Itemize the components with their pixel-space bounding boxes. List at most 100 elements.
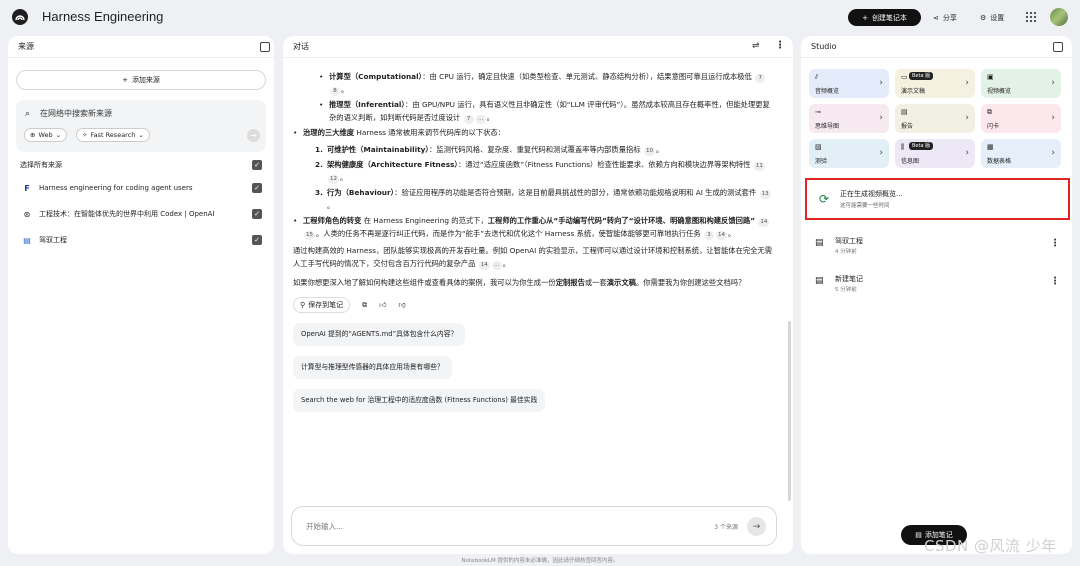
source-checkbox[interactable]: ✓ xyxy=(252,183,262,193)
studio-tile[interactable]: ▨ 测验 › xyxy=(809,139,889,168)
top-bar: Harness Engineering + 创建笔记本 ⋖ 分享 ⚙ 设置 xyxy=(0,0,1080,34)
sources-panel: 来源 + 添加来源 ⌕ 在网络中搜索新来源 ⊕ Web ⌄ ✧ Fast Researc… xyxy=(8,36,274,554)
research-mode-chip[interactable]: ✧ Fast Research ⌄ xyxy=(76,128,150,142)
chevron-right-icon: › xyxy=(965,113,969,123)
sources-title: 来源 xyxy=(18,42,34,51)
generating-video-overview-item[interactable]: ⟳ 正在生成视频概览... 这可能需要一些时间 xyxy=(805,178,1070,220)
add-source-button[interactable]: + 添加来源 xyxy=(16,70,266,90)
citation-chip[interactable]: 7 xyxy=(463,115,474,124)
message-actions: ⚲ 保存到笔记 ⧉ 👍︎ 👎︎ xyxy=(293,297,775,313)
citation-chip[interactable]: 14 xyxy=(758,218,770,227)
studio-tile-icon: ⊸ xyxy=(815,108,821,116)
source-item[interactable]: F Harness engineering for coding agent us… xyxy=(22,178,262,198)
studio-tile-icon: ⫽ xyxy=(815,73,819,81)
apps-grid-icon[interactable] xyxy=(1024,10,1038,24)
citation-chip[interactable]: 7 xyxy=(755,74,766,83)
more-vert-icon[interactable]: ⋮ xyxy=(1050,238,1060,249)
save-to-note-button[interactable]: ⚲ 保存到笔记 xyxy=(293,297,351,313)
note-title: 驾驭工程 xyxy=(835,237,863,245)
studio-tiles: ⫽ 音频概览 › ▭ Beta 版演示文稿 › ▣ 视频概览 › ⊸ 思维导图 › ▤ 报告 › ⧉ 闪卡 › ▨ 测… xyxy=(809,69,1061,168)
more-vert-icon[interactable]: ⋮ xyxy=(775,40,785,51)
citation-chip[interactable]: 10 xyxy=(643,147,655,156)
source-checkbox[interactable]: ✓ xyxy=(252,235,262,245)
citation-chip[interactable]: 14 xyxy=(478,261,490,270)
suggested-question[interactable]: Search the web for 治理工程中的适应度函数 (Fitness … xyxy=(293,389,546,412)
citation-chip[interactable]: … xyxy=(475,115,486,124)
openai-icon: ⊛ xyxy=(23,209,31,219)
web-search-box: ⌕ 在网络中搜索新来源 ⊕ Web ⌄ ✧ Fast Research ⌄ → xyxy=(16,100,266,152)
studio-tile[interactable]: ⊸ 思维导图 › xyxy=(809,104,889,133)
paragraph-text: 。你需要我为你创建这些文档吗？ xyxy=(635,278,746,287)
studio-tile-icon: ⧉ xyxy=(987,108,992,116)
save-to-note-label: 保存到笔记 xyxy=(308,300,344,309)
citation-chip[interactable]: 8 xyxy=(330,87,340,96)
settings-label: 设置 xyxy=(990,13,1005,22)
source-label: 驾驭工程 xyxy=(39,236,67,244)
more-vert-icon[interactable]: ⋮ xyxy=(1050,276,1060,287)
document-icon: ▤ xyxy=(23,235,31,245)
tune-icon[interactable]: ⇌ xyxy=(752,41,760,51)
chat-panel: 对话 ⇌ ⋮ 计算型（Computational）：由 CPU 运行，确定且快速… xyxy=(283,36,793,554)
note-item[interactable]: ▤ 新建笔记 5 分钟前 ⋮ xyxy=(815,272,1060,298)
suggested-question[interactable]: 计算型与推理型传感器的具体应用场景有哪些？ xyxy=(293,356,452,379)
select-all-row[interactable]: 选择所有来源 ✓ xyxy=(20,158,262,172)
studio-tile[interactable]: ⫼ Beta 版信息图 › xyxy=(895,139,975,168)
bullet-text: ：由 CPU 运行，确定且快速（如类型检查、单元测试、静态结构分析），结果意图可… xyxy=(422,72,752,81)
collapse-panel-icon[interactable] xyxy=(1053,42,1063,52)
share-button[interactable]: ⋖ 分享 xyxy=(927,9,963,26)
item-title: 可维护性（Maintainability） xyxy=(327,145,430,154)
search-submit-button[interactable]: → xyxy=(247,129,260,142)
studio-tile[interactable]: ⧉ 闪卡 › xyxy=(981,104,1061,133)
citation-chip[interactable]: 12 xyxy=(328,175,339,184)
source-item[interactable]: ⊛ 工程技术：在智能体优先的世界中利用 Codex | OpenAI ✓ xyxy=(22,204,262,224)
studio-tile[interactable]: ▣ 视频概览 › xyxy=(981,69,1061,98)
bullet-inferential: 推理型（Inferential）：由 GPU/NPU 运行，具有语义性且非确定性… xyxy=(293,98,775,124)
studio-tile[interactable]: ▤ 报告 › xyxy=(895,104,975,133)
citation-chip[interactable]: 13 xyxy=(759,190,771,199)
bullet-text: 在 Harness Engineering 的范式下， xyxy=(361,216,488,225)
notebook-title[interactable]: Harness Engineering xyxy=(42,9,163,24)
note-item[interactable]: ▤ 驾驭工程 4 分钟前 ⋮ xyxy=(815,234,1060,260)
collapse-panel-icon[interactable] xyxy=(260,42,270,52)
studio-header: Studio xyxy=(801,36,1072,58)
studio-tile-label: 报告 xyxy=(901,123,914,130)
source-item[interactable]: ▤ 驾驭工程 ✓ xyxy=(22,230,262,250)
notebooklm-logo-icon[interactable] xyxy=(12,9,28,25)
note-time: 5 分钟前 xyxy=(835,287,857,293)
send-button[interactable]: → xyxy=(747,517,766,536)
studio-tile-icon: ⫼ xyxy=(901,143,905,151)
chat-scrollbar[interactable] xyxy=(788,321,791,501)
share-label: 分享 xyxy=(942,13,957,22)
chat-input[interactable]: 开始输入... xyxy=(306,521,343,532)
create-notebook-label: 创建笔记本 xyxy=(871,13,907,22)
copy-icon[interactable]: ⧉ xyxy=(362,299,367,312)
avatar[interactable] xyxy=(1050,8,1068,26)
numbered-item: 3. 行为（Behaviour）：验证应用程序的功能是否符合预期，这是目前最具挑战… xyxy=(315,188,771,210)
chat-composer[interactable]: 开始输入... 3 个来源 → xyxy=(291,506,777,546)
note-icon: ▤ xyxy=(815,238,824,248)
bullet-title: 治理的三大维度 xyxy=(303,128,355,137)
citation-chip[interactable]: 14 xyxy=(716,231,728,240)
thumbs-down-icon[interactable]: 👎︎ xyxy=(398,299,405,312)
bullet-title: 推理型（Inferential） xyxy=(329,100,406,109)
citation-chip[interactable]: 11 xyxy=(753,162,765,171)
citation-chip[interactable]: … xyxy=(491,261,502,270)
plus-icon: + xyxy=(122,76,128,84)
search-input[interactable]: 在网络中搜索新来源 xyxy=(40,108,112,119)
studio-tile[interactable]: ▦ 数据表格 › xyxy=(981,139,1061,168)
citation-chip[interactable]: 15 xyxy=(304,231,315,240)
web-chip[interactable]: ⊕ Web ⌄ xyxy=(24,128,68,142)
thumbs-up-icon[interactable]: 👍︎ xyxy=(379,299,386,312)
source-count: 3 个来源 xyxy=(714,524,738,531)
generating-subtitle: 这可能需要一些时间 xyxy=(840,203,890,209)
suggested-question[interactable]: OpenAI 提到的“AGENTS.md”具体包含什么内容？ xyxy=(293,323,466,346)
settings-button[interactable]: ⚙ 设置 xyxy=(974,9,1010,26)
create-notebook-button[interactable]: + 创建笔记本 xyxy=(848,9,921,26)
source-checkbox[interactable]: ✓ xyxy=(252,209,262,219)
studio-tile[interactable]: ▭ Beta 版演示文稿 › xyxy=(895,69,975,98)
citation-chip[interactable]: 3 xyxy=(704,231,715,240)
select-all-checkbox[interactable]: ✓ xyxy=(252,160,262,170)
beta-badge: Beta 版 xyxy=(909,72,934,80)
paragraph-text: 通过构建高效的 Harness，团队能够实现极高的开发吞吐量。例如 OpenAI… xyxy=(293,246,773,268)
studio-tile[interactable]: ⫽ 音频概览 › xyxy=(809,69,889,98)
